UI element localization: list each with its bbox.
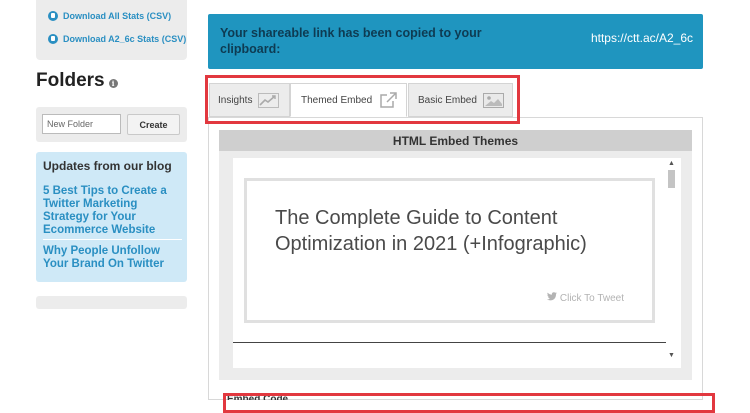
embed-themes-header: HTML Embed Themes bbox=[219, 130, 692, 151]
download-icon bbox=[48, 11, 58, 21]
preview-divider bbox=[233, 342, 666, 343]
twitter-bird-icon bbox=[546, 292, 557, 304]
tab-themed-embed-label: Themed Embed bbox=[301, 94, 373, 106]
tab-basic-embed[interactable]: Basic Embed bbox=[408, 83, 513, 117]
tab-insights-label: Insights bbox=[218, 94, 253, 106]
copy-notice-message: Your shareable link has been copied to y… bbox=[220, 26, 482, 56]
downloads-panel: Download All Stats (CSV) Download A2_6c … bbox=[36, 0, 187, 60]
download-link-stats-link[interactable]: Download A2_6c Stats (CSV) bbox=[48, 34, 186, 44]
tab-themed-embed[interactable]: Themed Embed bbox=[290, 83, 407, 117]
new-folder-input[interactable] bbox=[42, 114, 121, 134]
blog-link-marketing-tips[interactable]: 5 Best Tips to Create a Twitter Marketin… bbox=[43, 185, 183, 237]
blog-divider bbox=[43, 239, 182, 240]
copy-notice: Your shareable link has been copied to y… bbox=[208, 14, 703, 69]
info-icon[interactable]: i bbox=[108, 78, 118, 88]
click-to-tweet-link[interactable]: Click To Tweet bbox=[546, 292, 624, 304]
sidebar-bar bbox=[36, 296, 187, 309]
click-to-tweet-label: Click To Tweet bbox=[559, 292, 624, 304]
external-link-icon bbox=[378, 91, 399, 109]
scrollbar-thumb[interactable] bbox=[668, 170, 675, 188]
blog-title: Updates from our blog bbox=[43, 159, 172, 173]
embed-code-label: Embed Code bbox=[227, 394, 289, 400]
scroll-up-arrow-icon[interactable]: ▲ bbox=[668, 160, 675, 168]
tab-basic-embed-label: Basic Embed bbox=[418, 94, 477, 106]
tweet-card-preview: The Complete Guide to Content Optimizati… bbox=[244, 178, 655, 323]
shareable-link[interactable]: https://ctt.ac/A2_6c bbox=[591, 31, 693, 45]
tweet-card-title: The Complete Guide to Content Optimizati… bbox=[275, 207, 587, 255]
new-folder-form: Create bbox=[36, 107, 187, 142]
blog-updates-panel: Updates from our blog 5 Best Tips to Cre… bbox=[36, 152, 187, 282]
preview-scrollbar[interactable]: ▲ ▼ bbox=[666, 158, 678, 368]
chart-icon bbox=[258, 92, 280, 109]
image-icon bbox=[482, 92, 504, 109]
download-icon bbox=[48, 34, 58, 44]
create-folder-button[interactable]: Create bbox=[127, 114, 180, 135]
download-all-stats-link[interactable]: Download All Stats (CSV) bbox=[48, 11, 171, 21]
download-link-stats-label: Download A2_6c Stats (CSV) bbox=[63, 34, 187, 44]
tab-insights[interactable]: Insights bbox=[209, 83, 290, 117]
folders-title: Folders bbox=[36, 70, 105, 91]
download-all-stats-label: Download All Stats (CSV) bbox=[63, 11, 172, 21]
folders-heading: Folders i bbox=[36, 70, 118, 92]
scroll-down-arrow-icon[interactable]: ▼ bbox=[668, 352, 675, 360]
blog-link-unfollow[interactable]: Why People Unfollow Your Brand On Twitte… bbox=[43, 245, 183, 271]
